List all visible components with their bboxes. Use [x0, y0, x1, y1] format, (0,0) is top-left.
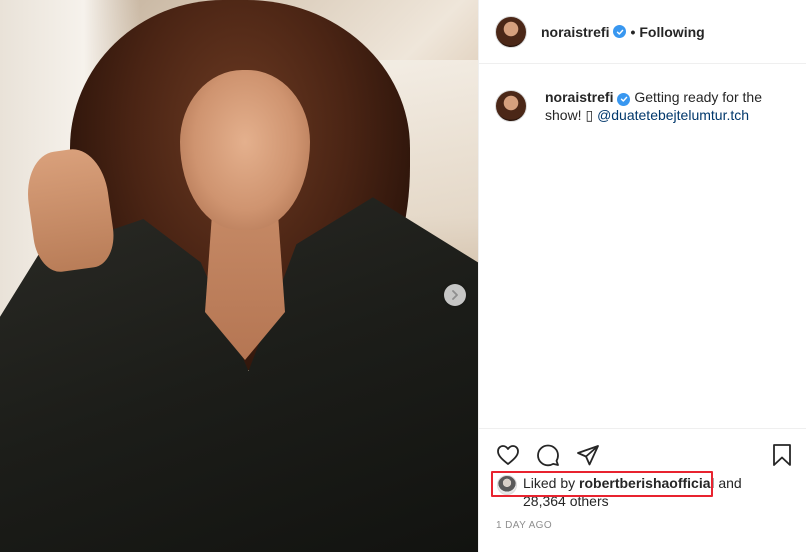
- share-icon: [576, 443, 600, 470]
- header-separator: •: [630, 23, 636, 40]
- likes-joiner: and: [718, 475, 742, 491]
- likes-summary: Liked by robertberishaofficial and 28,36…: [479, 471, 806, 510]
- post-actions-area: Liked by robertberishaofficial and 28,36…: [479, 428, 806, 552]
- caption-avatar[interactable]: [495, 90, 527, 122]
- liker-avatar[interactable]: [497, 475, 517, 495]
- post-side-panel: noraistrefi • Following noraistrefi Gett…: [478, 0, 806, 552]
- verified-badge-icon: [617, 92, 631, 106]
- caption-text: noraistrefi Getting ready for the show! …: [545, 88, 790, 436]
- likes-prefix: Liked by: [523, 475, 576, 491]
- likes-others-link[interactable]: 28,364 others: [523, 493, 609, 509]
- action-icons-row: [479, 429, 806, 473]
- bookmark-icon: [770, 443, 794, 470]
- like-button[interactable]: [495, 443, 521, 469]
- caption-mention-link[interactable]: @duatetebejtelumtur.tch: [597, 107, 749, 123]
- post-header: noraistrefi • Following: [479, 0, 806, 64]
- comment-icon: [536, 443, 560, 470]
- post-caption: noraistrefi Getting ready for the show! …: [479, 64, 806, 436]
- share-button[interactable]: [575, 443, 601, 469]
- heart-icon: [496, 443, 520, 470]
- following-button[interactable]: Following: [639, 24, 704, 40]
- post-photo[interactable]: [0, 0, 478, 552]
- author-username[interactable]: noraistrefi: [541, 24, 609, 40]
- liker-username[interactable]: robertberishaofficial: [579, 475, 714, 491]
- save-button[interactable]: [769, 443, 795, 469]
- comment-button[interactable]: [535, 443, 561, 469]
- caption-username[interactable]: noraistrefi: [545, 89, 613, 105]
- verified-badge-icon: [613, 25, 627, 38]
- photo-face: [180, 70, 310, 230]
- carousel-next-button[interactable]: [444, 284, 466, 306]
- post-timestamp[interactable]: 1 DAY AGO: [479, 520, 806, 531]
- chevron-right-icon: [450, 287, 460, 303]
- author-avatar[interactable]: [495, 15, 527, 48]
- likes-text: Liked by robertberishaofficial and 28,36…: [523, 474, 763, 510]
